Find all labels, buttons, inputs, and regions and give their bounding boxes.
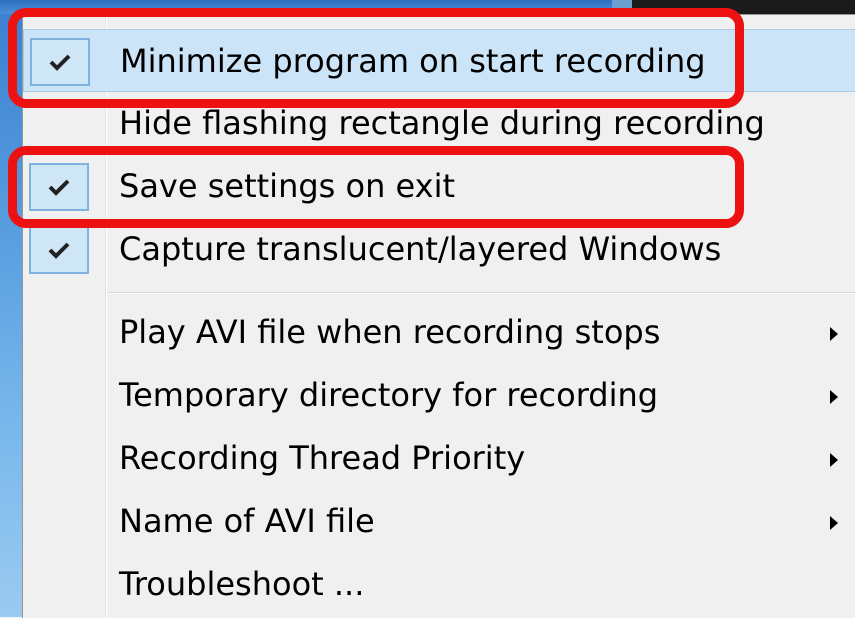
menu-item-label: Name of AVI file — [119, 502, 375, 540]
menu-item-temporary-directory[interactable]: Temporary directory for recording — [23, 364, 855, 427]
submenu-arrow-icon — [830, 453, 838, 467]
menu-item-recording-thread-priority[interactable]: Recording Thread Priority — [23, 427, 855, 490]
menu-item-name-of-avi-file[interactable]: Name of AVI file — [23, 490, 855, 553]
menu-item-label: Temporary directory for recording — [119, 376, 659, 414]
menu-item-label: Recording Thread Priority — [119, 439, 526, 477]
menu-item-label: Troubleshoot ... — [119, 565, 365, 603]
submenu-arrow-icon — [830, 516, 838, 530]
checkmark-box — [29, 226, 89, 274]
annotation-highlight-minimize — [8, 8, 744, 108]
submenu-arrow-icon — [830, 390, 838, 404]
checkmark-icon — [48, 242, 70, 259]
menu-item-play-avi-when-stops[interactable]: Play AVI file when recording stops — [23, 301, 855, 364]
menu-separator-highlight — [107, 293, 855, 294]
annotation-highlight-save-settings — [8, 146, 744, 228]
submenu-arrow-icon — [830, 327, 838, 341]
menu-item-troubleshoot[interactable]: Troubleshoot ... — [23, 553, 855, 616]
menu-item-label: Play AVI file when recording stops — [119, 313, 661, 351]
